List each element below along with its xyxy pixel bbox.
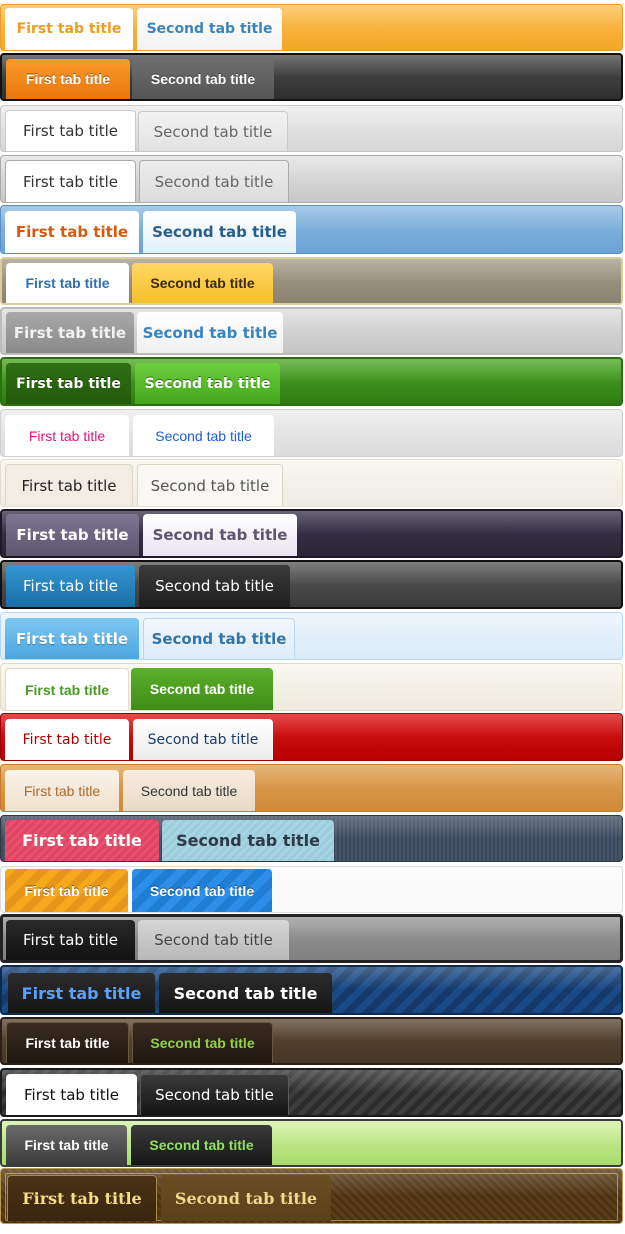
tab-first[interactable]: First tab title: [6, 59, 130, 99]
tab-bar-purple: First tab title Second tab title: [0, 509, 623, 558]
tab-first[interactable]: First tab title: [5, 719, 129, 760]
tab-bar-carbon: First tab title Second tab title: [0, 1068, 623, 1117]
tab-first[interactable]: First tab title: [5, 770, 119, 811]
tab-second[interactable]: Second tab title: [140, 1074, 289, 1115]
tab-bar-black-frame: First tab title Second tab title: [0, 914, 623, 963]
tab-second[interactable]: Second tab title: [137, 312, 283, 353]
tab-second[interactable]: Second tab title: [132, 1022, 273, 1063]
tab-bar-beige-green: First tab title Second tab title: [0, 663, 623, 711]
tab-bar-red: First tab title Second tab title: [0, 713, 623, 761]
tab-second[interactable]: Second tab title: [132, 59, 274, 99]
tab-first[interactable]: First tab title: [6, 920, 135, 960]
tab-first[interactable]: First tab title: [6, 565, 135, 607]
tab-first[interactable]: First tab title: [5, 211, 139, 253]
tab-first[interactable]: First tab title: [6, 514, 139, 556]
tab-first[interactable]: First tab title: [6, 1074, 137, 1115]
tab-second[interactable]: Second tab title: [131, 1125, 272, 1165]
tab-bar-sky-blue: First tab title Second tab title: [0, 205, 623, 254]
tab-second[interactable]: Second tab title: [131, 668, 273, 710]
tab-second[interactable]: Second tab title: [138, 111, 288, 151]
tab-bar-cream: First tab title Second tab title: [0, 459, 623, 507]
tab-second[interactable]: Second tab title: [138, 920, 289, 960]
tab-second[interactable]: Second tab title: [123, 770, 255, 811]
tab-first[interactable]: First tab title: [5, 668, 129, 710]
tab-second[interactable]: Second tab title: [139, 565, 290, 607]
tab-first[interactable]: First tab title: [5, 464, 133, 506]
tab-second[interactable]: Second tab title: [137, 464, 283, 506]
tab-first[interactable]: First tab title: [8, 973, 155, 1013]
tab-second[interactable]: Second tab title: [161, 1175, 331, 1221]
tab-first[interactable]: First tab title: [6, 312, 134, 353]
tab-bar-dark-orange: First tab title Second tab title: [0, 53, 623, 101]
tab-first[interactable]: First tab title: [5, 820, 159, 861]
tab-bar-khaki: First tab title Second tab title: [0, 257, 623, 305]
tab-first[interactable]: First tab title: [7, 1175, 157, 1221]
tab-first[interactable]: First tab title: [6, 1022, 129, 1063]
tab-bar-lime: First tab title Second tab title: [0, 1119, 623, 1167]
tab-second[interactable]: Second tab title: [143, 514, 297, 556]
tab-bar-navy-stripe: First tab title Second tab title: [0, 965, 623, 1015]
tab-bar-silver: First tab title Second tab title: [0, 155, 623, 203]
tab-bar-gray-blue: First tab title Second tab title: [0, 307, 623, 355]
tab-second[interactable]: Second tab title: [162, 820, 334, 861]
tab-first[interactable]: First tab title: [5, 110, 136, 151]
tab-bar-light-gray: First tab title Second tab title: [0, 105, 623, 152]
tab-bar-green: First tab title Second tab title: [0, 357, 623, 406]
tab-bar-orange: First tab title Second tab title: [0, 4, 623, 51]
tab-second[interactable]: Second tab title: [135, 363, 280, 404]
tab-bar-dark-blue: First tab title Second tab title: [0, 560, 623, 609]
tab-second[interactable]: Second tab title: [159, 973, 332, 1013]
tab-bar-plain: First tab title Second tab title: [0, 409, 623, 457]
tab-second[interactable]: Second tab title: [137, 8, 282, 50]
tab-bar-tan: First tab title Second tab title: [0, 764, 623, 812]
tab-first[interactable]: First tab title: [6, 263, 129, 303]
tab-second[interactable]: Second tab title: [139, 160, 289, 202]
tab-first[interactable]: First tab title: [5, 869, 128, 912]
tab-first[interactable]: First tab title: [6, 1125, 127, 1165]
tab-first[interactable]: First tab title: [5, 8, 133, 50]
tab-first[interactable]: First tab title: [6, 363, 131, 404]
tab-second[interactable]: Second tab title: [132, 263, 273, 303]
tab-second[interactable]: Second tab title: [133, 719, 273, 760]
tab-second[interactable]: Second tab title: [133, 415, 274, 456]
tab-bar-brown: First tab title Second tab title: [0, 1017, 623, 1065]
tab-second[interactable]: Second tab title: [143, 211, 296, 253]
tab-bar-slate-stripe: First tab title Second tab title: [0, 815, 623, 862]
tab-first[interactable]: First tab title: [5, 618, 139, 659]
tab-second[interactable]: Second tab title: [143, 618, 295, 659]
tab-first[interactable]: First tab title: [5, 415, 129, 456]
tab-first[interactable]: First tab title: [5, 160, 136, 202]
tab-second[interactable]: Second tab title: [132, 869, 272, 912]
tab-bar-ice-blue: First tab title Second tab title: [0, 612, 623, 660]
tab-bar-candy-stripe: First tab title Second tab title: [0, 866, 623, 913]
tab-bar-gold-weave: First tab title Second tab title: [0, 1168, 623, 1224]
